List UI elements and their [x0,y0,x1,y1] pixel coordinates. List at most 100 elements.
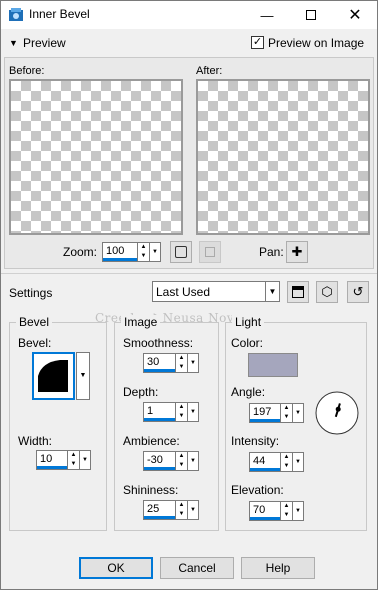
depth-spinner[interactable]: 1 ▲ ▼ ▼ [143,402,199,422]
down-arrow-icon[interactable]: ▼ [281,462,292,471]
light-color-swatch[interactable] [248,353,298,377]
zoom-spinner[interactable]: 100 ▲ ▼ ▼ [102,242,161,262]
down-arrow-icon[interactable]: ▼ [176,510,187,519]
bevel-label: Bevel: [18,336,52,350]
app-icon [9,8,23,21]
up-arrow-icon[interactable]: ▲ [176,452,187,461]
dropdown-arrow-icon[interactable]: ▼ [292,502,303,520]
width-spinner[interactable]: 10 ▲ ▼ ▼ [36,450,91,470]
help-button[interactable]: Help [241,557,315,579]
collapse-triangle-icon[interactable]: ▼ [9,38,18,48]
up-arrow-icon[interactable]: ▲ [68,451,79,460]
bevel-dropdown-button[interactable]: ▼ [76,352,90,400]
window-title: Inner Bevel [29,7,90,21]
dropdown-arrow-icon[interactable]: ▼ [187,403,198,421]
save-preset-button[interactable] [287,281,309,303]
pan-label: Pan: [259,245,284,259]
smoothness-label: Smoothness: [123,336,194,350]
cube-icon: ⬡ [321,284,333,299]
intensity-label: Intensity: [231,434,280,448]
title-bar: Inner Bevel — ✕ [1,1,377,29]
maximize-button[interactable] [289,1,333,29]
chevron-down-icon: ▼ [265,282,279,301]
zoom-value[interactable]: 100 [103,243,137,261]
down-arrow-icon[interactable]: ▼ [281,413,292,422]
down-arrow-icon[interactable]: ▼ [176,363,187,372]
save-icon [292,286,304,298]
smoothness-value[interactable]: 30 [144,354,175,372]
dropdown-arrow-icon[interactable]: ▼ [187,452,198,470]
color-label: Color: [231,336,264,350]
preset-select[interactable]: Last Used ▼ [152,281,280,302]
angle-dial-icon [315,391,359,435]
angle-value[interactable]: 197 [250,404,280,422]
bevel-shape-icon [38,360,68,392]
smoothness-spinner[interactable]: 30 ▲ ▼ ▼ [143,353,199,373]
ok-button[interactable]: OK [79,557,153,579]
up-arrow-icon[interactable]: ▲ [281,404,292,413]
before-label: Before: [9,65,45,77]
up-arrow-icon[interactable]: ▲ [176,501,187,510]
bevel-group-title: Bevel [16,315,53,329]
down-arrow-icon[interactable]: ▼ [281,511,292,520]
close-button[interactable]: ✕ [333,1,377,29]
maximize-icon [306,10,316,20]
close-icon: ✕ [348,7,362,24]
down-arrow-icon[interactable]: ▼ [138,252,149,261]
elevation-spinner[interactable]: 70 ▲ ▼ ▼ [249,501,304,521]
dropdown-arrow-icon[interactable]: ▼ [187,354,198,372]
up-arrow-icon[interactable]: ▲ [138,243,149,252]
reset-button[interactable]: ↺ [347,281,369,303]
down-arrow-icon[interactable]: ▼ [68,460,79,469]
up-arrow-icon[interactable]: ▲ [281,502,292,511]
preview-on-image-label: Preview on Image [268,36,365,50]
dropdown-arrow-icon[interactable]: ▼ [292,404,303,422]
manage-presets-button[interactable]: ⬡ [316,281,338,303]
angle-dial[interactable] [314,390,360,436]
up-arrow-icon[interactable]: ▲ [281,453,292,462]
cancel-button[interactable]: Cancel [160,557,234,579]
preview-on-image-checkbox[interactable]: ✓ [251,36,264,49]
minimize-icon: — [260,7,274,23]
shininess-label: Shininess: [123,483,179,497]
dropdown-arrow-icon[interactable]: ▼ [292,453,303,471]
angle-label: Angle: [231,385,266,399]
dropdown-arrow-icon[interactable]: ▼ [79,451,90,469]
elevation-value[interactable]: 70 [250,502,280,520]
after-preview-image[interactable] [196,79,370,235]
depth-label: Depth: [123,385,159,399]
intensity-value[interactable]: 44 [250,453,280,471]
depth-value[interactable]: 1 [144,403,175,421]
preview-section-label: Preview [23,36,66,50]
angle-spinner[interactable]: 197 ▲ ▼ ▼ [249,403,304,423]
zoom-fit-button[interactable] [170,241,192,263]
reset-icon: ↺ [352,284,364,299]
ambience-spinner[interactable]: -30 ▲ ▼ ▼ [143,451,199,471]
pan-button[interactable]: ✚ [286,241,308,263]
divider [1,273,377,274]
ambience-value[interactable]: -30 [144,452,175,470]
shininess-spinner[interactable]: 25 ▲ ▼ ▼ [143,500,199,520]
width-label: Width: [18,434,53,448]
down-arrow-icon[interactable]: ▼ [176,461,187,470]
after-label: After: [196,65,223,77]
inner-bevel-dialog: Inner Bevel — ✕ ▼ Preview ✓ Preview on I… [0,0,378,590]
intensity-spinner[interactable]: 44 ▲ ▼ ▼ [249,452,304,472]
up-arrow-icon[interactable]: ▲ [176,403,187,412]
zoom-actual-button[interactable] [199,241,221,263]
before-preview-image[interactable] [9,79,183,235]
settings-label: Settings [9,286,53,300]
up-arrow-icon[interactable]: ▲ [176,354,187,363]
bevel-shape-picker[interactable] [32,352,75,400]
shininess-value[interactable]: 25 [144,501,175,519]
zoom-actual-icon [205,247,215,257]
ambience-label: Ambience: [123,434,180,448]
dropdown-arrow-icon[interactable]: ▼ [149,243,160,261]
minimize-button[interactable]: — [245,1,289,29]
preset-select-value: Last Used [156,285,211,299]
down-arrow-icon[interactable]: ▼ [176,412,187,421]
zoom-fit-icon [175,246,187,258]
dropdown-arrow-icon[interactable]: ▼ [187,501,198,519]
width-value[interactable]: 10 [37,451,67,469]
image-group-title: Image [121,315,161,329]
